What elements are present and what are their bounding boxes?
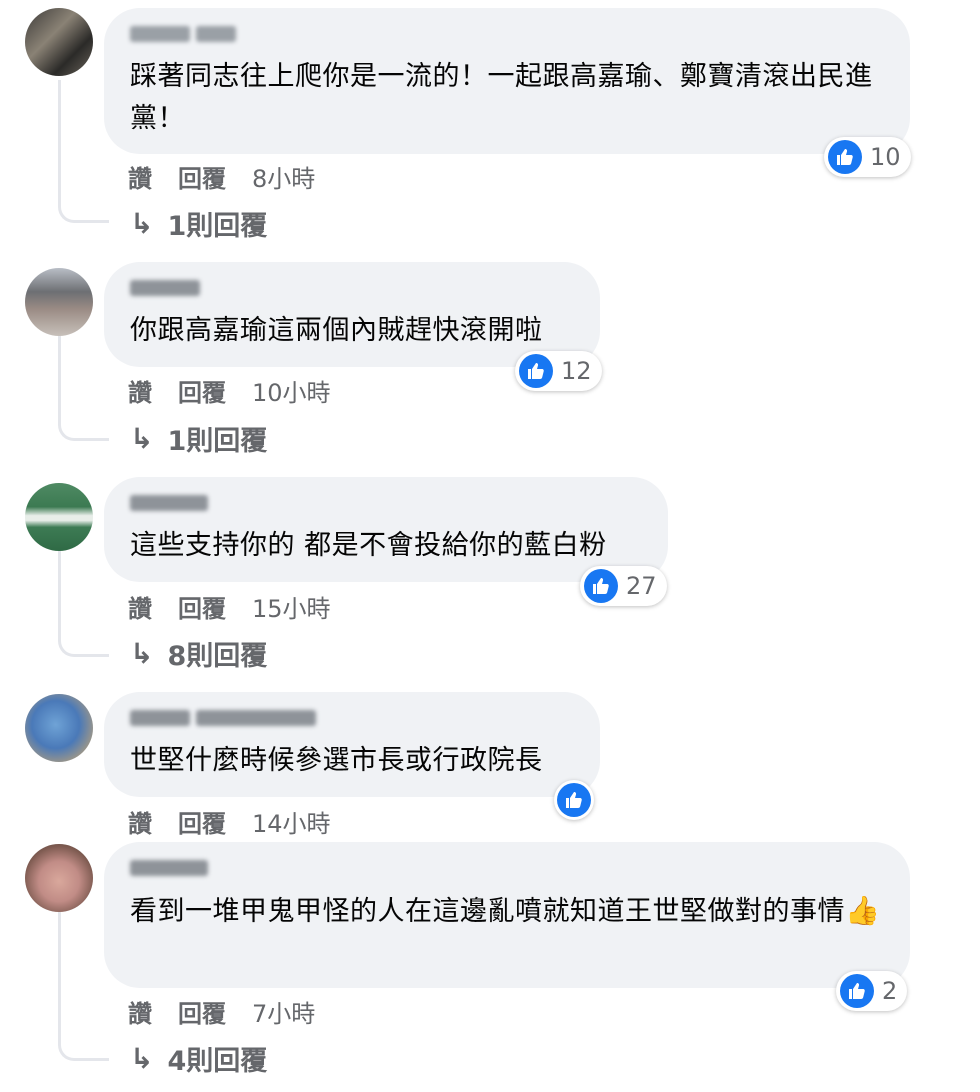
thumbs-up-icon [584,569,618,603]
reply-button[interactable]: 回覆 [178,159,226,194]
avatar[interactable] [25,844,93,912]
reaction-badge[interactable]: 10 [824,137,911,177]
comment-text: 看到一堆甲鬼甲怪的人在這邊亂噴就知道王世堅做對的事情👍 [130,890,884,933]
like-button[interactable]: 讚 [128,804,152,839]
comment-text: 世堅什麼時候參選市長或行政院長 [130,745,543,776]
comment-actions: 讚 回覆 7小時 [128,994,315,1029]
replies-count: 1則回覆 [167,211,268,242]
avatar[interactable] [25,268,93,336]
thread-connector [58,548,109,657]
comment-bubble: 這些支持你的 都是不會投給你的藍白粉 [104,477,668,582]
like-button[interactable]: 讚 [128,589,152,624]
commenter-name[interactable] [130,280,574,302]
comment-bubble: 看到一堆甲鬼甲怪的人在這邊亂噴就知道王世堅做對的事情👍 [104,842,910,988]
commenter-name[interactable] [130,710,574,732]
reply-button[interactable]: 回覆 [178,589,226,624]
replies-count: 1則回覆 [167,426,268,457]
timestamp[interactable]: 7小時 [252,994,315,1029]
view-replies-link[interactable]: ↳ 1則回覆 [130,419,267,458]
comment-bubble: 世堅什麼時候參選市長或行政院長 [104,692,600,797]
comment-actions: 讚 回覆 10小時 [128,373,331,408]
commenter-name[interactable] [130,860,884,882]
timestamp[interactable]: 15小時 [252,589,331,624]
avatar[interactable] [25,483,93,551]
timestamp[interactable]: 10小時 [252,373,331,408]
avatar[interactable] [25,8,93,76]
view-replies-link[interactable]: ↳ 8則回覆 [130,634,267,673]
thumbs-up-icon [840,974,874,1008]
comment-text: 你跟高嘉瑜這兩個內賊趕快滾開啦 [130,315,543,346]
comment-text: 踩著同志往上爬你是一流的！一起跟高嘉瑜、鄭寶清滾出民進黨！ [130,61,873,134]
thumbs-up-icon [519,354,553,388]
like-button[interactable]: 讚 [128,373,152,408]
comment-bubble: 你跟高嘉瑜這兩個內賊趕快滾開啦 [104,262,600,367]
reaction-count: 2 [882,977,898,1005]
reaction-badge[interactable]: 2 [836,971,908,1011]
reply-arrow-icon: ↳ [130,422,154,455]
like-button[interactable]: 讚 [128,159,152,194]
view-replies-link[interactable]: ↳ 1則回覆 [130,204,267,243]
reaction-badge[interactable] [554,780,594,820]
reply-arrow-icon: ↳ [130,1042,154,1075]
replies-count: 4則回覆 [167,1046,268,1077]
thread-connector [58,332,109,441]
comment-actions: 讚 回覆 8小時 [128,159,315,194]
thread-connector [58,912,109,1061]
reply-button[interactable]: 回覆 [178,994,226,1029]
replies-count: 8則回覆 [167,641,268,672]
reply-arrow-icon: ↳ [130,207,154,240]
commenter-name[interactable] [130,26,884,48]
view-replies-link[interactable]: ↳ 4則回覆 [130,1039,267,1078]
comment-actions: 讚 回覆 14小時 [128,804,331,839]
reaction-count: 27 [626,572,657,600]
thread-connector [58,80,109,223]
thumbs-up-icon [557,783,591,817]
reply-button[interactable]: 回覆 [178,373,226,408]
reaction-badge[interactable]: 27 [580,566,667,606]
thumbs-up-icon [828,140,862,174]
reply-arrow-icon: ↳ [130,637,154,670]
avatar[interactable] [25,694,93,762]
comment-actions: 讚 回覆 15小時 [128,589,331,624]
comment-text-body: 看到一堆甲鬼甲怪的人在這邊亂噴就知道王世堅做對的事情 [130,896,845,927]
reaction-count: 12 [561,357,592,385]
comment-text: 這些支持你的 都是不會投給你的藍白粉 [130,530,607,561]
reaction-count: 10 [870,143,901,171]
comment-bubble: 踩著同志往上爬你是一流的！一起跟高嘉瑜、鄭寶清滾出民進黨！ [104,8,910,154]
commenter-name[interactable] [130,495,642,517]
like-button[interactable]: 讚 [128,994,152,1029]
timestamp[interactable]: 8小時 [252,159,315,194]
reaction-badge[interactable]: 12 [515,351,602,391]
timestamp[interactable]: 14小時 [252,804,331,839]
reply-button[interactable]: 回覆 [178,804,226,839]
thumbs-up-emoji: 👍 [845,894,881,927]
